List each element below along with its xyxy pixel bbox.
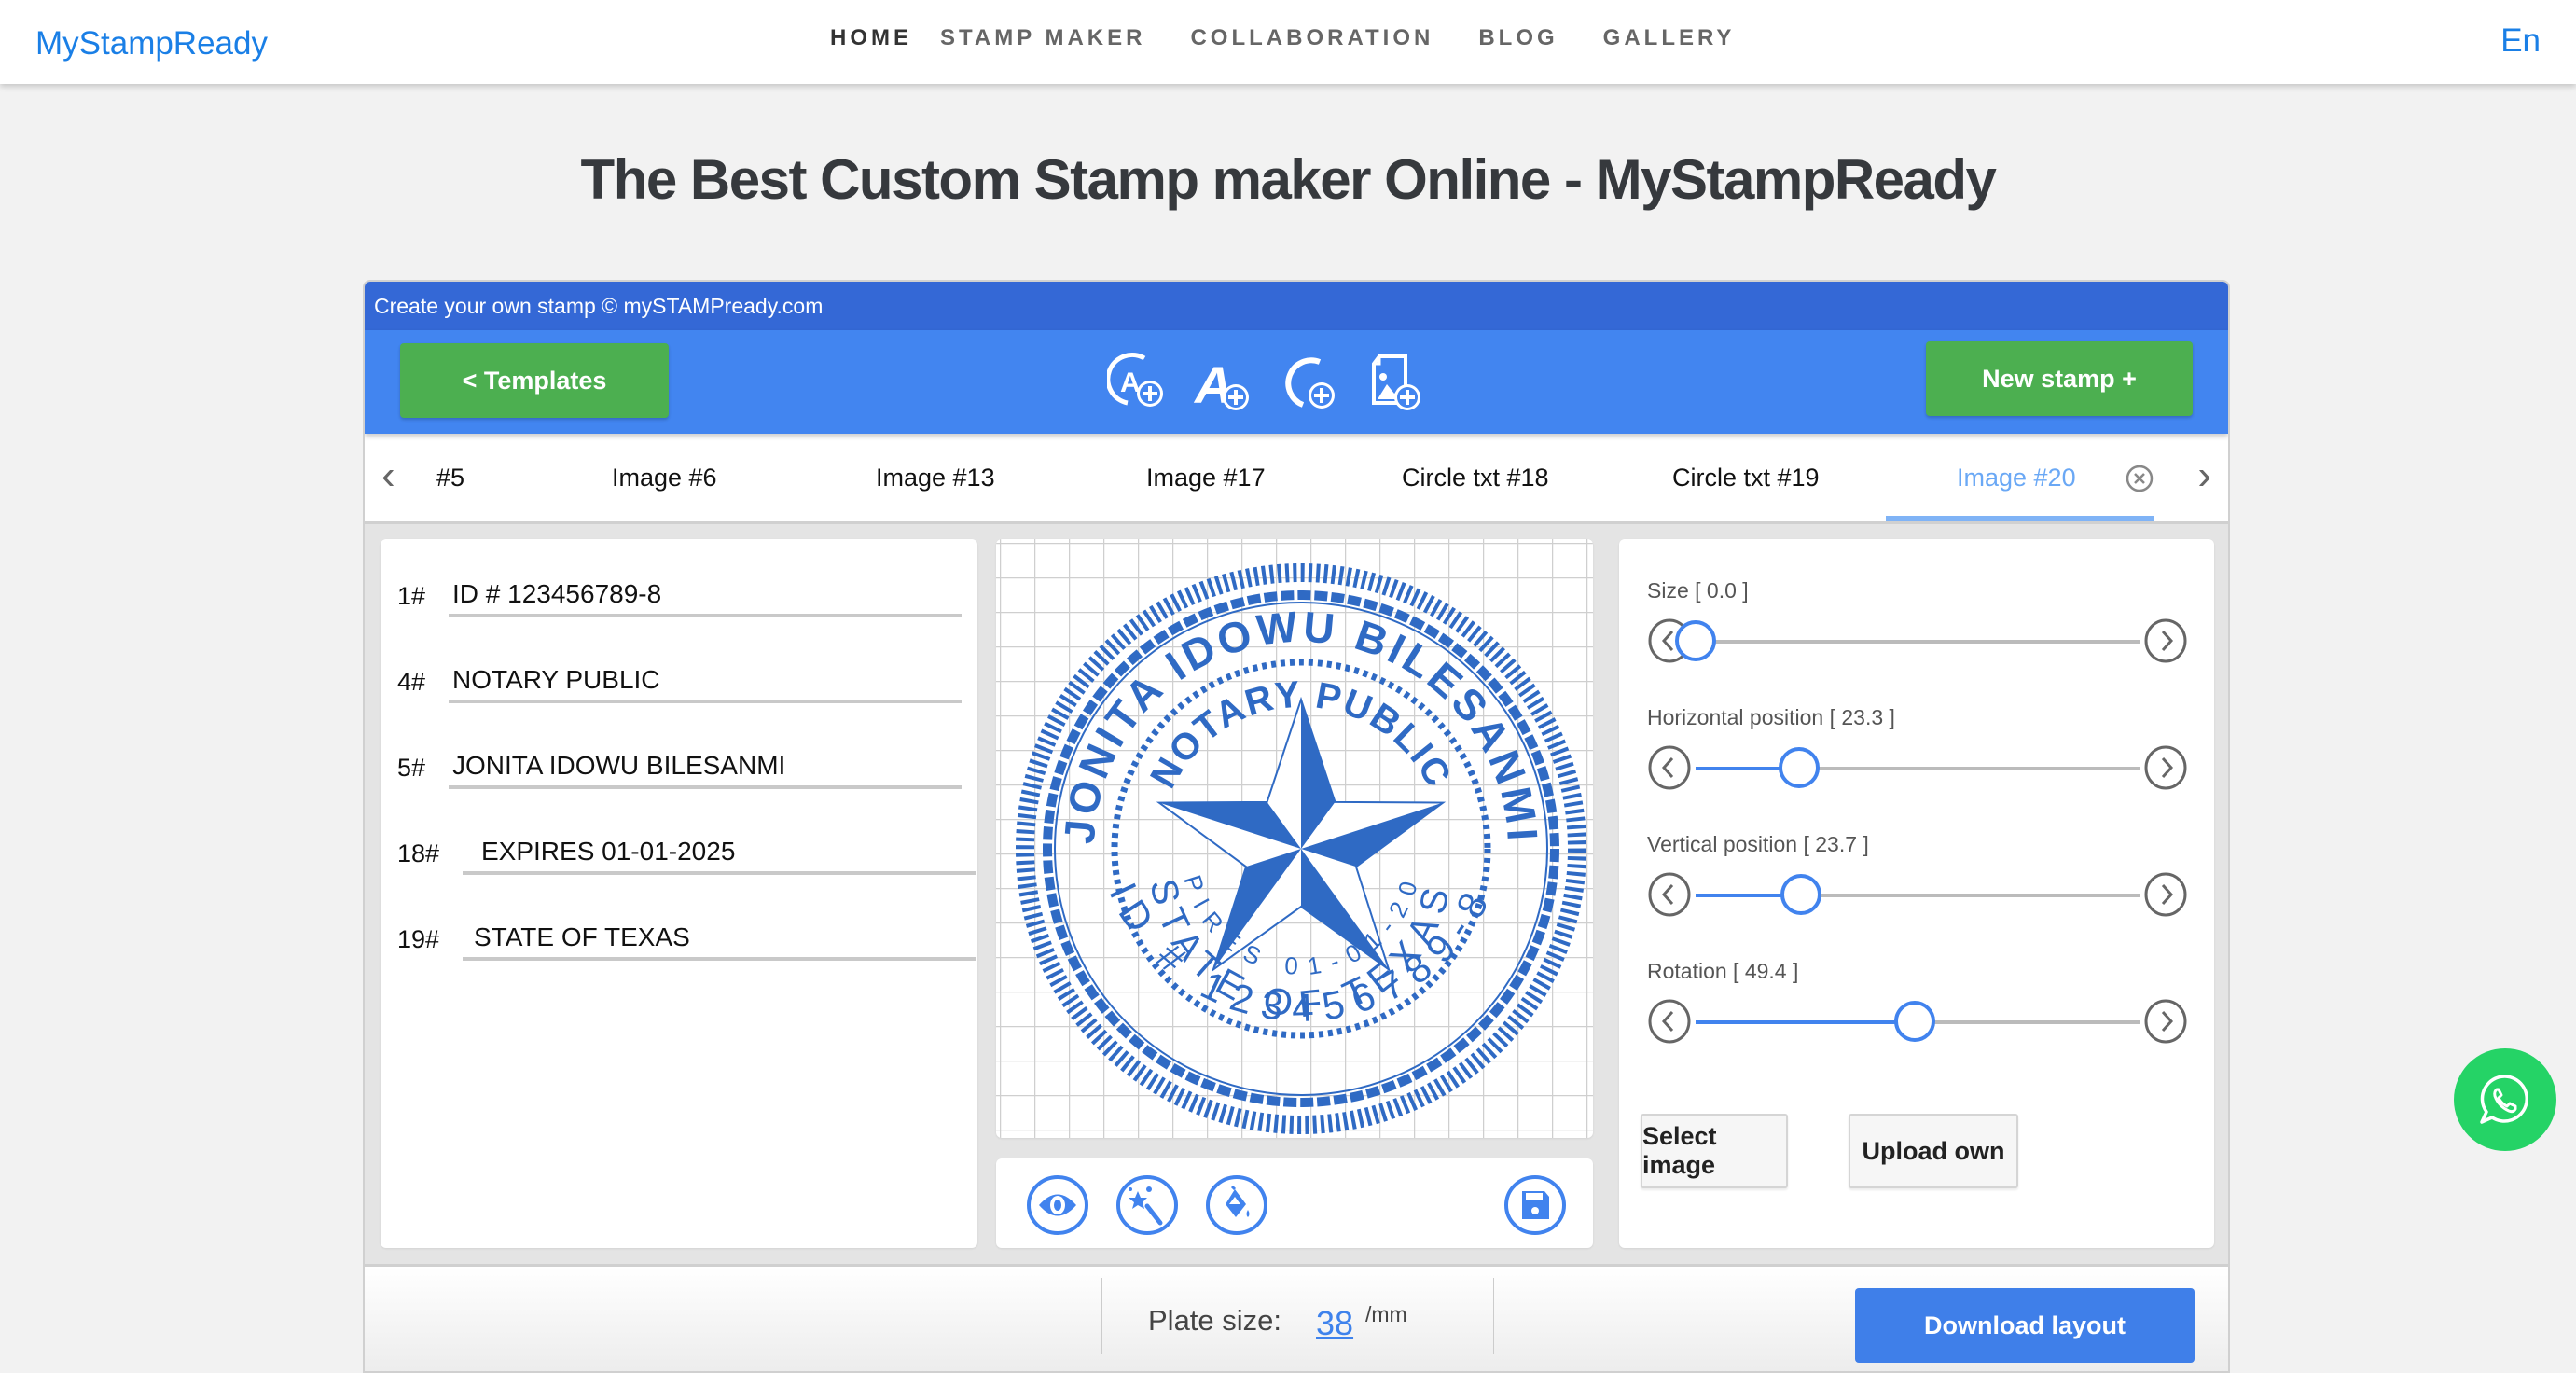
text-field-row: 18# bbox=[397, 826, 976, 882]
canvas-tools bbox=[996, 1158, 1593, 1248]
rotation-slider[interactable] bbox=[1647, 999, 2188, 1046]
nav-home[interactable]: HOME bbox=[830, 25, 912, 51]
nav-blog[interactable]: BLOG bbox=[1478, 25, 1558, 51]
paint-bucket-icon[interactable] bbox=[1205, 1174, 1268, 1236]
decrease-icon[interactable] bbox=[1647, 999, 1692, 1044]
size-label: Size [ 0.0 ] bbox=[1647, 578, 1749, 603]
slider-thumb[interactable] bbox=[1780, 874, 1821, 915]
text-field-input[interactable] bbox=[463, 832, 976, 875]
editor-header-text: Create your own stamp © mySTAMPready.com bbox=[374, 294, 824, 318]
nav-gallery[interactable]: GALLERY bbox=[1603, 25, 1736, 51]
editor-header: Create your own stamp © mySTAMPready.com bbox=[365, 282, 2228, 330]
close-tab-icon[interactable] bbox=[2125, 464, 2154, 493]
increase-icon[interactable] bbox=[2143, 872, 2188, 917]
stamp-canvas[interactable]: JONITA IDOWU BILESANMI NOTARY PUBLIC ID # … bbox=[996, 539, 1593, 1138]
text-field-input[interactable] bbox=[463, 918, 976, 961]
nav-links: HOME STAMP MAKER COLLABORATION BLOG GALL… bbox=[830, 25, 1780, 51]
bottom-bar: Plate size: 38 /mm Download layout bbox=[365, 1264, 2228, 1371]
text-field-row: 1# bbox=[397, 569, 962, 625]
slider-thumb[interactable] bbox=[1778, 747, 1820, 788]
vertical-position-slider-block: Vertical position [ 23.7 ] bbox=[1647, 832, 2188, 919]
increase-icon[interactable] bbox=[2143, 618, 2188, 663]
upload-own-button[interactable]: Upload own bbox=[1849, 1114, 2018, 1188]
eye-icon[interactable] bbox=[1026, 1174, 1089, 1236]
horizontal-position-label: Horizontal position [ 23.3 ] bbox=[1647, 705, 1895, 729]
field-number: 19# bbox=[397, 925, 440, 953]
field-number: 1# bbox=[397, 582, 426, 610]
plate-size-value[interactable]: 38 bbox=[1316, 1304, 1353, 1343]
add-element-tools: A A bbox=[1107, 351, 1426, 412]
plate-size-unit: /mm bbox=[1365, 1302, 1407, 1326]
language-selector[interactable]: En bbox=[2500, 22, 2541, 60]
text-field-row: 5# bbox=[397, 741, 962, 797]
select-image-button[interactable]: Select image bbox=[1641, 1114, 1788, 1188]
decrease-icon[interactable] bbox=[1647, 872, 1692, 917]
nav-stamp-maker[interactable]: STAMP MAKER bbox=[940, 25, 1145, 51]
increase-icon[interactable] bbox=[2143, 999, 2188, 1044]
text-field-input[interactable] bbox=[449, 660, 962, 703]
increase-icon[interactable] bbox=[2143, 745, 2188, 790]
horizontal-position-slider-block: Horizontal position [ 23.3 ] bbox=[1647, 705, 2188, 792]
tab-element-5[interactable]: #5 bbox=[436, 464, 464, 492]
tabs-scroll-left-icon[interactable]: ‹ bbox=[381, 452, 395, 499]
new-stamp-button[interactable]: New stamp + bbox=[1926, 341, 2193, 416]
divider bbox=[1493, 1278, 1494, 1354]
add-image-icon[interactable] bbox=[1364, 351, 1426, 412]
tab-image-20[interactable]: Image #20 bbox=[1957, 464, 2076, 492]
divider bbox=[1101, 1278, 1102, 1354]
stamp-editor: Create your own stamp © mySTAMPready.com… bbox=[363, 280, 2230, 1373]
size-slider-block: Size [ 0.0 ] bbox=[1647, 578, 2188, 665]
save-icon[interactable] bbox=[1503, 1174, 1567, 1236]
slider-track[interactable] bbox=[1696, 747, 2140, 788]
add-circle-icon[interactable] bbox=[1279, 351, 1340, 412]
editor-toolbar: < Templates A A New stamp + bbox=[365, 330, 2228, 434]
image-properties-panel: Size [ 0.0 ] Horizontal position [ 23.3 … bbox=[1619, 539, 2214, 1248]
plate-size-label: Plate size: bbox=[1148, 1304, 1282, 1337]
element-tabs: ‹ #5 Image #6 Image #13 Image #17 Circle… bbox=[365, 434, 2228, 524]
decrease-icon[interactable] bbox=[1647, 745, 1692, 790]
text-fields-panel: 1# 4# 5# 18# 19# bbox=[381, 539, 977, 1248]
field-number: 4# bbox=[397, 668, 426, 696]
slider-fill bbox=[1696, 1020, 1916, 1024]
top-navbar: MyStampReady HOME STAMP MAKER COLLABORAT… bbox=[0, 0, 2576, 84]
tabs-scroll-right-icon[interactable]: › bbox=[2197, 452, 2211, 499]
add-circle-text-icon[interactable]: A bbox=[1107, 351, 1169, 412]
active-tab-indicator bbox=[1886, 516, 2154, 521]
slider-track[interactable] bbox=[1675, 620, 2140, 661]
slider-thumb[interactable] bbox=[1675, 620, 1716, 661]
text-field-row: 19# bbox=[397, 912, 976, 968]
vertical-position-slider[interactable] bbox=[1647, 872, 2188, 919]
tab-image-6[interactable]: Image #6 bbox=[612, 464, 717, 492]
text-field-input[interactable] bbox=[449, 746, 962, 789]
page-title: The Best Custom Stamp maker Online - MyS… bbox=[580, 148, 1997, 211]
text-field-row: 4# bbox=[397, 655, 962, 711]
tab-image-17[interactable]: Image #17 bbox=[1146, 464, 1266, 492]
tab-image-13[interactable]: Image #13 bbox=[876, 464, 995, 492]
field-number: 5# bbox=[397, 754, 426, 782]
text-field-input[interactable] bbox=[449, 575, 962, 617]
stamp-preview[interactable]: JONITA IDOWU BILESANMINOTARY PUBLICID # … bbox=[996, 539, 1593, 1138]
templates-button[interactable]: < Templates bbox=[400, 343, 669, 418]
tab-circle-txt-18[interactable]: Circle txt #18 bbox=[1402, 464, 1549, 492]
vertical-position-label: Vertical position [ 23.7 ] bbox=[1647, 832, 1869, 856]
download-layout-button[interactable]: Download layout bbox=[1855, 1288, 2195, 1363]
nav-collaboration[interactable]: COLLABORATION bbox=[1190, 25, 1433, 51]
slider-track[interactable] bbox=[1696, 874, 2140, 915]
rotation-label: Rotation [ 49.4 ] bbox=[1647, 959, 1799, 983]
slider-track[interactable] bbox=[1696, 1001, 2140, 1042]
rotation-slider-block: Rotation [ 49.4 ] bbox=[1647, 959, 2188, 1046]
field-number: 18# bbox=[397, 839, 440, 867]
whatsapp-chat-button[interactable] bbox=[2454, 1048, 2556, 1151]
brand-logo[interactable]: MyStampReady bbox=[35, 25, 268, 62]
add-text-icon[interactable]: A bbox=[1193, 351, 1254, 412]
horizontal-position-slider[interactable] bbox=[1647, 745, 2188, 792]
size-slider[interactable] bbox=[1647, 618, 2188, 665]
tab-circle-txt-19[interactable]: Circle txt #19 bbox=[1672, 464, 1820, 492]
whatsapp-icon bbox=[2480, 1075, 2528, 1124]
magic-wand-icon[interactable] bbox=[1115, 1174, 1179, 1236]
slider-thumb[interactable] bbox=[1894, 1001, 1936, 1042]
